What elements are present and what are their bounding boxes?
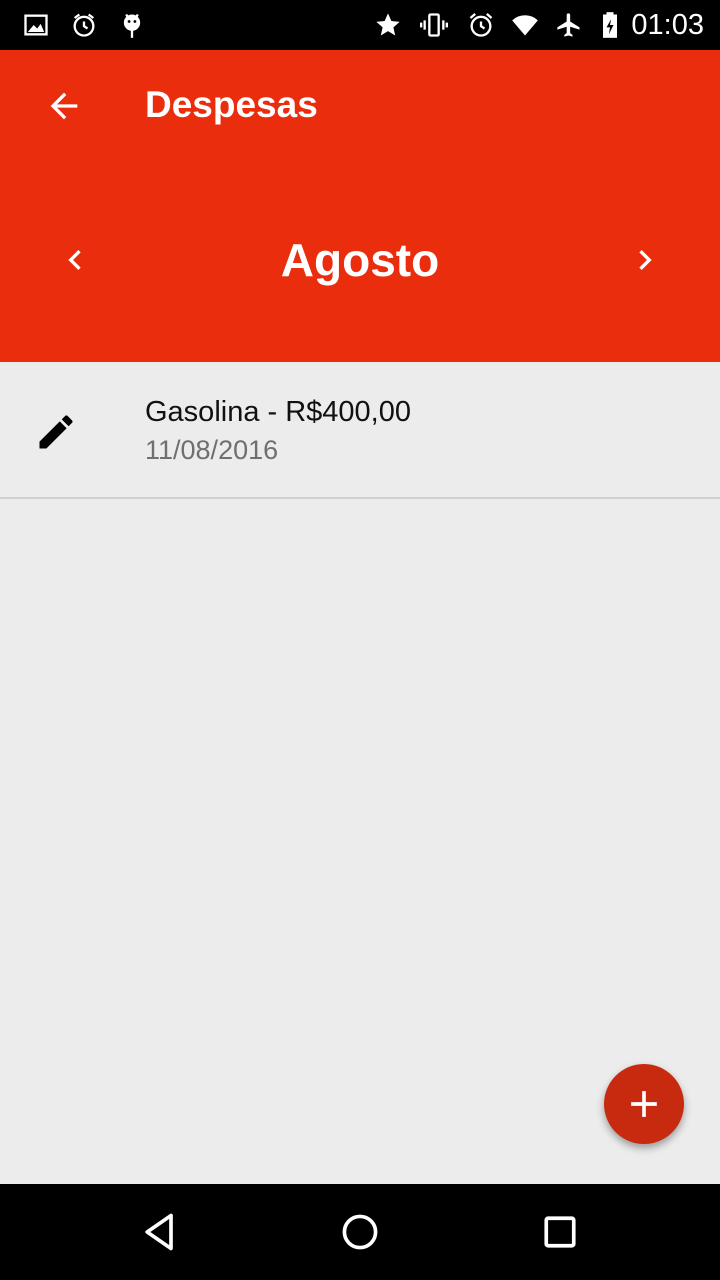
chevron-left-icon <box>68 250 81 270</box>
app-header: Despesas Agosto <box>0 50 720 362</box>
battery-charging-icon <box>594 9 626 41</box>
star-icon <box>372 9 404 41</box>
circle-home-icon <box>342 1214 378 1250</box>
plus-icon <box>631 1091 657 1117</box>
nav-back-button[interactable] <box>136 1208 184 1256</box>
arrow-back-icon <box>50 92 78 120</box>
android-icon <box>116 9 148 41</box>
expense-title: Gasolina - R$400,00 <box>145 396 411 428</box>
page-title: Despesas <box>145 84 318 125</box>
nav-home-button[interactable] <box>336 1208 384 1256</box>
month-navigator: Agosto <box>0 220 720 300</box>
alarm-icon <box>465 9 497 41</box>
back-button[interactable] <box>36 78 92 134</box>
status-time: 01:03 <box>631 9 704 41</box>
status-bar: 01:03 <box>0 0 720 50</box>
list-item[interactable]: Gasolina - R$400,00 11/08/2016 <box>0 362 720 499</box>
chevron-right-icon <box>639 250 652 270</box>
image-icon <box>20 9 52 41</box>
wifi-icon <box>509 9 541 41</box>
next-month-button[interactable] <box>617 232 673 288</box>
airplane-icon <box>553 9 585 41</box>
month-label: Agosto <box>280 234 440 286</box>
alarm-icon <box>68 9 100 41</box>
previous-month-button[interactable] <box>47 232 103 288</box>
edit-icon[interactable] <box>34 410 78 454</box>
triangle-back-icon <box>145 1213 173 1251</box>
system-navigation-bar <box>0 1184 720 1280</box>
expense-date: 11/08/2016 <box>145 435 279 465</box>
vibrate-icon <box>418 9 450 41</box>
nav-recents-button[interactable] <box>536 1208 584 1256</box>
add-expense-button[interactable] <box>604 1064 684 1144</box>
square-recents-icon <box>544 1216 576 1248</box>
expense-list: Gasolina - R$400,00 11/08/2016 <box>0 362 720 499</box>
